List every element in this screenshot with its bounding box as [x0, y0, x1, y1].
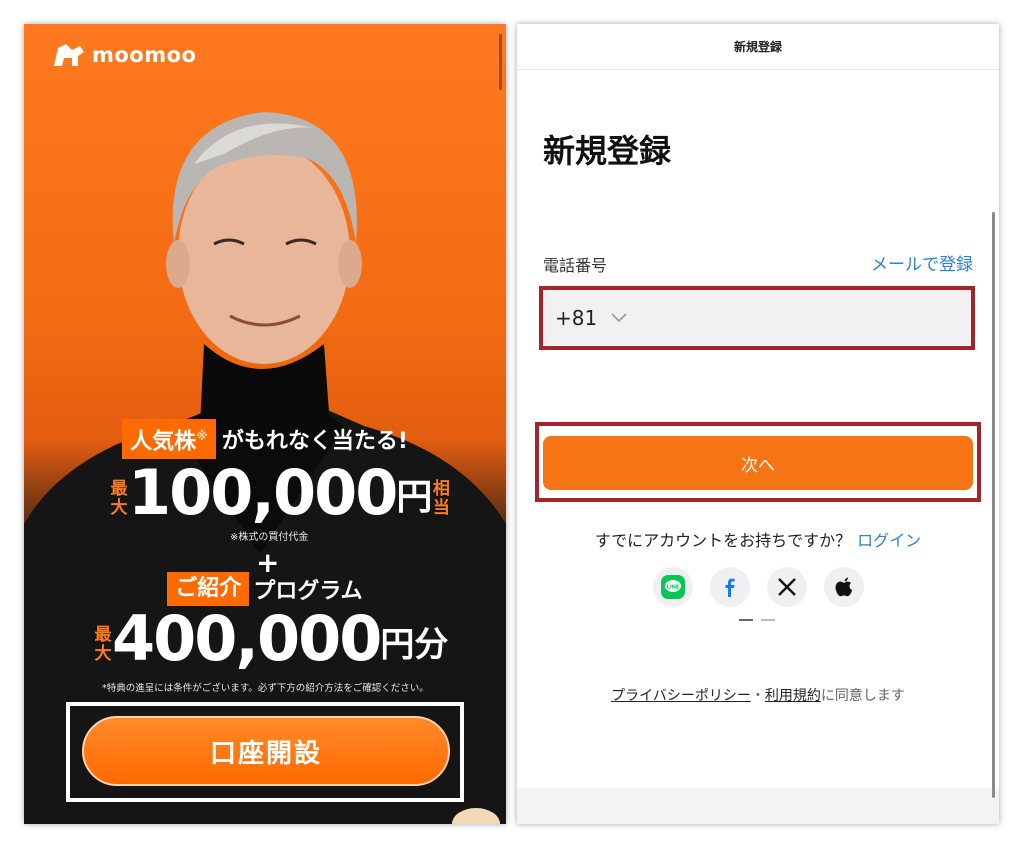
signup-panel: 新規登録 新規登録 電話番号 メールで登録 +81 次へ すでにアカウントをお持… — [517, 24, 999, 824]
scrollbar[interactable] — [992, 212, 995, 798]
terms-link[interactable]: 利用規約 — [765, 688, 821, 704]
apple-icon — [835, 577, 852, 597]
moomoo-logo: moomoo — [52, 42, 196, 68]
amount-400000: 400,000 — [112, 602, 382, 675]
apple-login-button[interactable] — [824, 567, 864, 607]
referral-tag: ご紹介 — [167, 572, 250, 606]
x-icon — [778, 578, 796, 596]
yen-portion-unit: 円分 — [380, 625, 449, 665]
bull-logo-icon — [54, 44, 84, 66]
program-text: プログラム — [253, 579, 363, 604]
agree-text: に同意します — [820, 688, 905, 704]
purchase-note: ※株式の買付代金 — [230, 532, 309, 543]
amount-100000-row: 最大 100,000 円 相当 — [110, 460, 450, 526]
max-label: 最大 — [110, 479, 128, 518]
facebook-login-button[interactable] — [710, 567, 750, 607]
headline-rest-text: がもれなく当たる! — [221, 429, 408, 455]
max-label-2: 最大 — [94, 625, 112, 664]
facebook-icon — [725, 578, 735, 597]
chevron-down-icon[interactable] — [611, 313, 627, 323]
have-account-row: すでにアカウントをお持ちですか？ ログイン — [517, 527, 999, 551]
amount-100000: 100,000 — [128, 456, 398, 529]
register-by-email-link[interactable]: メールで登録 — [871, 250, 973, 275]
privacy-policy-link[interactable]: プライバシーポリシー — [611, 688, 751, 704]
conditions-note: *特典の進呈には条件がございます。必ず下方の紹介方法をご確認ください。 — [102, 683, 429, 694]
promo-panel: moomoo 人気株※ がもれなく当たる! 最大 100,000 円 相当 ※株… — [24, 24, 506, 824]
logo-text: moomoo — [92, 43, 197, 67]
country-code-select[interactable]: +81 — [555, 306, 597, 330]
line-login-button[interactable]: LINE — [653, 567, 693, 607]
legal-agreement: プライバシーポリシー・利用規約に同意します — [517, 685, 999, 705]
headline-popular-stocks: 人気株※ がもれなく当たる! — [24, 419, 506, 460]
amount-400000-row: 最大 400,000 円分 — [94, 602, 449, 675]
x-login-button[interactable] — [767, 567, 807, 607]
pager-dot-active — [739, 619, 753, 621]
mascot-peek-icon — [452, 808, 500, 824]
have-account-text: すでにアカウントをお持ちですか？ — [594, 531, 852, 550]
popular-stock-tag: 人気株※ — [122, 419, 216, 460]
footnote-mark: ※ — [196, 429, 208, 443]
social-login-row: LINE — [653, 567, 864, 607]
phone-label: 電話番号 — [543, 256, 608, 275]
login-link[interactable]: ログイン — [857, 531, 921, 550]
headline-referral: ご紹介 プログラム — [24, 572, 506, 606]
page-title: 新規登録 — [543, 132, 672, 170]
top-bar: 新規登録 — [517, 24, 999, 70]
next-button[interactable]: 次へ — [543, 436, 973, 490]
popular-stock-text: 人気株 — [130, 429, 197, 455]
open-account-button[interactable]: 口座開設 — [82, 716, 450, 786]
phone-number-input[interactable]: +81 — [543, 290, 971, 346]
pager-dot — [761, 619, 775, 621]
legal-separator: ・ — [750, 688, 765, 704]
equivalent-label: 相当 — [432, 479, 450, 518]
line-icon: LINE — [661, 575, 685, 599]
pager-dots — [739, 619, 775, 621]
yen-unit: 円 — [396, 477, 433, 518]
svg-text:LINE: LINE — [667, 585, 680, 591]
bottom-bar — [517, 788, 999, 824]
topbar-title: 新規登録 — [733, 40, 782, 54]
